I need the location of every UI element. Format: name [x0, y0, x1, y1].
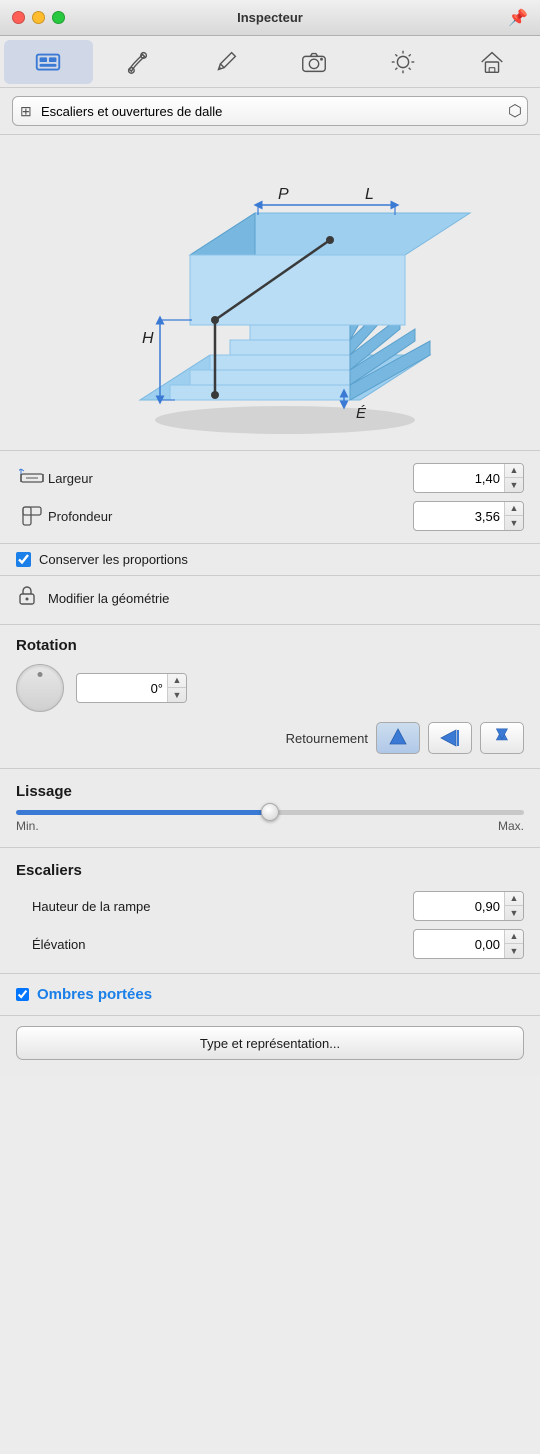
dropdown-wrapper: ⊞ Escaliers et ouvertures de dalle ⬡ [12, 96, 528, 126]
retournement-label: Retournement [16, 731, 368, 746]
elevation-decrement[interactable]: ▼ [505, 944, 523, 958]
rotation-increment[interactable]: ▲ [168, 674, 186, 688]
lissage-max-label: Max. [498, 819, 524, 833]
profondeur-label: Profondeur [48, 509, 413, 524]
sidebar-item-pencil[interactable] [181, 40, 270, 84]
rotation-stepper: ▲ ▼ [167, 674, 186, 702]
sidebar-item-house[interactable] [447, 40, 536, 84]
geometry-row: Modifier la géométrie [0, 576, 540, 625]
rotation-decrement[interactable]: ▼ [168, 688, 186, 702]
slider-labels: Min. Max. [16, 819, 524, 833]
sidebar-item-paint[interactable] [93, 40, 182, 84]
lissage-slider-track [16, 810, 524, 815]
hauteur-decrement[interactable]: ▼ [505, 906, 523, 920]
width-icon [16, 465, 48, 491]
largeur-stepper: ▲ ▼ [504, 464, 523, 492]
escaliers-section: Escaliers Hauteur de la rampe ▲ ▼ Élévat… [0, 848, 540, 974]
escaliers-title: Escaliers [16, 862, 524, 879]
svg-text:É: É [356, 405, 367, 422]
flip-both-button[interactable] [480, 722, 524, 754]
sidebar-item-camera[interactable] [270, 40, 359, 84]
profondeur-stepper: ▲ ▼ [504, 502, 523, 530]
proportions-row: Conserver les proportions [0, 544, 540, 576]
lissage-min-label: Min. [16, 819, 39, 833]
hauteur-label: Hauteur de la rampe [16, 899, 413, 914]
hauteur-increment[interactable]: ▲ [505, 892, 523, 906]
ombres-checkbox[interactable] [16, 988, 29, 1001]
ombres-row: Ombres portées [0, 974, 540, 1016]
toolbar [0, 36, 540, 88]
profondeur-decrement[interactable]: ▼ [505, 516, 523, 530]
ombres-label: Ombres portées [37, 986, 152, 1003]
pin-icon[interactable]: 📌 [508, 8, 528, 28]
hauteur-input[interactable] [414, 892, 504, 920]
rotation-row: ▲ ▼ [16, 664, 524, 712]
elevation-input-wrap: ▲ ▼ [413, 929, 524, 959]
hauteur-row: Hauteur de la rampe ▲ ▼ [16, 891, 524, 921]
svg-text:P: P [278, 186, 289, 203]
hauteur-input-wrap: ▲ ▼ [413, 891, 524, 921]
stair-illustration: P L H É [0, 135, 540, 451]
window-title: Inspecteur [237, 10, 303, 25]
profondeur-input[interactable] [414, 502, 504, 530]
depth-icon [16, 503, 48, 529]
largeur-decrement[interactable]: ▼ [505, 478, 523, 492]
elevation-label: Élévation [16, 937, 413, 952]
proportions-label: Conserver les proportions [39, 552, 188, 567]
largeur-increment[interactable]: ▲ [505, 464, 523, 478]
type-representation-button[interactable]: Type et représentation... [16, 1026, 524, 1060]
largeur-row: Largeur ▲ ▼ [16, 463, 524, 493]
minimize-button[interactable] [32, 11, 45, 24]
svg-text:H: H [142, 330, 154, 347]
profondeur-increment[interactable]: ▲ [505, 502, 523, 516]
type-btn-row: Type et représentation... [0, 1016, 540, 1076]
rotation-title: Rotation [16, 637, 524, 654]
svg-text:L: L [365, 186, 374, 203]
lissage-title: Lissage [16, 783, 524, 800]
object-type-select[interactable]: Escaliers et ouvertures de dalle [12, 96, 528, 126]
titlebar: Inspecteur 📌 [0, 0, 540, 36]
close-button[interactable] [12, 11, 25, 24]
largeur-label: Largeur [48, 471, 413, 486]
lissage-slider-thumb[interactable] [261, 803, 279, 821]
rotation-input[interactable] [77, 674, 167, 702]
titlebar-controls [12, 11, 65, 24]
flip-vertical-button[interactable] [376, 722, 420, 754]
sidebar-item-structure[interactable] [4, 40, 93, 84]
dimension-fields: Largeur ▲ ▼ Profondeur ▲ ▼ [0, 451, 540, 544]
fullscreen-button[interactable] [52, 11, 65, 24]
rotation-section: Rotation ▲ ▼ Retournement [0, 625, 540, 769]
largeur-input[interactable] [414, 464, 504, 492]
elevation-stepper: ▲ ▼ [504, 930, 523, 958]
rotation-input-wrap: ▲ ▼ [76, 673, 187, 703]
flip-horizontal-button[interactable] [428, 722, 472, 754]
lissage-section: Lissage Min. Max. [0, 769, 540, 848]
elevation-row: Élévation ▲ ▼ [16, 929, 524, 959]
elevation-input[interactable] [414, 930, 504, 958]
largeur-input-wrap: ▲ ▼ [413, 463, 524, 493]
profondeur-input-wrap: ▲ ▼ [413, 501, 524, 531]
proportions-checkbox[interactable] [16, 552, 31, 567]
rotation-dial[interactable] [16, 664, 64, 712]
sidebar-item-sun[interactable] [359, 40, 448, 84]
geometry-label: Modifier la géométrie [48, 591, 169, 606]
elevation-increment[interactable]: ▲ [505, 930, 523, 944]
rotation-dial-dot [38, 672, 43, 677]
object-type-dropdown-row: ⊞ Escaliers et ouvertures de dalle ⬡ [0, 88, 540, 135]
flip-row: Retournement [16, 722, 524, 754]
hauteur-stepper: ▲ ▼ [504, 892, 523, 920]
lock-icon [16, 584, 38, 612]
profondeur-row: Profondeur ▲ ▼ [16, 501, 524, 531]
